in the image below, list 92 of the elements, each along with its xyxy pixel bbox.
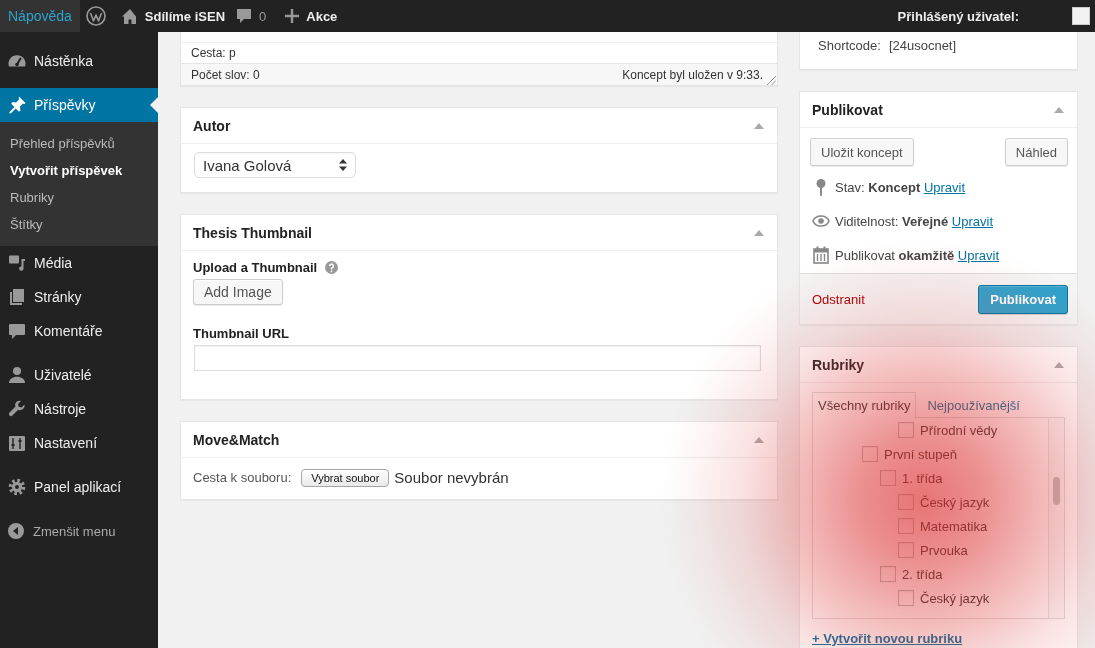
updown-arrows-icon	[339, 159, 347, 171]
submenu-item[interactable]: Rubriky	[0, 184, 55, 211]
add-image-button[interactable]: Add Image	[193, 279, 283, 305]
submenu-item[interactable]: Přehled příspěvků	[0, 130, 115, 157]
collapse-caret-icon[interactable]	[754, 122, 764, 129]
category-label: 1. třída	[902, 470, 943, 486]
home-icon	[121, 8, 138, 24]
category-checkbox[interactable]	[862, 446, 878, 462]
shortcode-value: [24usocnet]	[888, 38, 957, 53]
collapse-menu-button[interactable]: Zmenšit menu	[0, 514, 116, 548]
panel-title: Rubriky	[812, 356, 865, 373]
edit-link[interactable]: Upravit	[923, 179, 966, 195]
publish-setting-text: Viditelnost: Veřejné Upravit	[835, 213, 994, 229]
category-tab[interactable]: Nejpoužívanější	[921, 392, 1026, 418]
field-label: Thumbnail URL	[193, 325, 290, 341]
file-path-label: Cesta k souboru:	[193, 470, 292, 485]
sidebar-menu-item[interactable]: Příspěvky	[0, 88, 158, 122]
edit-link[interactable]: Upravit	[951, 213, 994, 229]
sidebar-menu-item[interactable]: Uživatelé	[0, 358, 158, 392]
sidebar-menu-item[interactable]: Média	[0, 246, 158, 280]
category-checkbox[interactable]	[898, 422, 914, 438]
collapse-caret-icon[interactable]	[754, 229, 764, 236]
eye-icon	[812, 215, 830, 227]
category-tab[interactable]: Všechny rubriky	[812, 392, 917, 418]
sidebar-menu-item[interactable]: Panel aplikací	[0, 470, 158, 504]
category-label: Prvouka	[920, 542, 968, 558]
pushpin-icon	[7, 95, 27, 115]
speech-bubble-icon	[236, 8, 253, 24]
category-checkbox[interactable]	[898, 542, 914, 558]
submenu-item[interactable]: Štítky	[0, 211, 43, 238]
plus-icon	[285, 9, 300, 23]
wrench-icon	[7, 399, 27, 419]
sidebar-menu-item[interactable]: Stránky	[0, 280, 158, 314]
avatar-placeholder	[1072, 7, 1090, 25]
panel-title: Autor	[193, 117, 231, 134]
author-select[interactable]: Ivana Golová	[194, 152, 356, 178]
scrollbar-track[interactable]	[1048, 418, 1064, 618]
submenu-item[interactable]: Vytvořit příspěvek	[0, 157, 123, 184]
help-link[interactable]: Nápověda	[0, 0, 80, 32]
sidebar-menu-item[interactable]: Nastavení	[0, 426, 158, 460]
scrollbar-thumb[interactable]	[1053, 477, 1060, 505]
choose-file-button[interactable]: Vybrat soubor	[301, 468, 390, 487]
speech-bubble-icon	[7, 321, 27, 341]
url-input-field[interactable]	[194, 345, 761, 371]
collapse-caret-icon[interactable]	[1054, 106, 1064, 113]
publish-setting-text: Publikovat okamžitě Upravit	[835, 247, 1000, 263]
person-icon	[7, 365, 27, 385]
sliders-icon	[7, 433, 27, 453]
panel-title: Publikovat	[812, 101, 883, 118]
logo-icon	[85, 6, 106, 26]
file-status-text: Soubor nevybrán	[394, 469, 509, 486]
documents-icon	[7, 287, 27, 307]
comments-link[interactable]: 0	[236, 0, 267, 32]
preview-button[interactable]: Náhled	[1004, 138, 1068, 166]
resize-grip-icon[interactable]	[766, 74, 776, 85]
category-label: Český jazyk	[920, 494, 990, 510]
collapse-caret-icon[interactable]	[754, 436, 764, 443]
site-link[interactable]: Sdílíme iSEN	[121, 0, 226, 32]
save-draft-button[interactable]: Uložit koncept	[810, 138, 914, 166]
category-checkbox[interactable]	[898, 494, 914, 510]
shortcode-label: Shortcode:	[818, 38, 881, 53]
category-checkbox[interactable]	[880, 566, 896, 582]
category-label: Český jazyk	[920, 590, 990, 606]
sidebar-menu-item[interactable]: Komentáře	[0, 314, 158, 348]
category-label: 2. třída	[902, 566, 943, 582]
account-link[interactable]: Přihlášený uživatel:	[897, 0, 1095, 32]
word-count-text: Počet slov: 0	[191, 67, 260, 82]
gear-icon	[7, 477, 27, 497]
autosave-text: Koncept byl uložen v 9:33.	[622, 67, 763, 82]
category-label: Matematika	[920, 518, 988, 534]
delete-link[interactable]: Odstranit	[812, 292, 865, 307]
menu-pointer-icon	[150, 97, 158, 113]
field-label: Upload a Thumbnail	[193, 259, 318, 275]
category-label: Přírodní vědy	[920, 422, 998, 438]
path-text: Cesta: p	[191, 46, 236, 60]
photo-music-icon	[7, 253, 27, 273]
publish-setting-text: Stav: Koncept Upravit	[835, 179, 966, 195]
help-icon[interactable]	[325, 260, 339, 274]
add-category-link[interactable]: + Vytvořit novou rubriku	[812, 631, 963, 646]
new-content-link[interactable]: Akce	[285, 0, 338, 32]
category-checkbox[interactable]	[880, 470, 896, 486]
sidebar-menu-item[interactable]: Nástroje	[0, 392, 158, 426]
panel-title: Move&Match	[193, 431, 280, 448]
map-pin-icon	[816, 178, 826, 196]
calendar-icon	[813, 246, 829, 264]
panel-title: Thesis Thumbnail	[193, 224, 312, 241]
category-label: První stupeň	[884, 446, 957, 462]
sidebar-menu-item[interactable]: Nástěnka	[0, 44, 158, 78]
edit-link[interactable]: Upravit	[957, 247, 1000, 263]
collapse-caret-icon[interactable]	[1054, 361, 1064, 368]
category-checkbox[interactable]	[898, 590, 914, 606]
category-checkbox[interactable]	[898, 518, 914, 534]
